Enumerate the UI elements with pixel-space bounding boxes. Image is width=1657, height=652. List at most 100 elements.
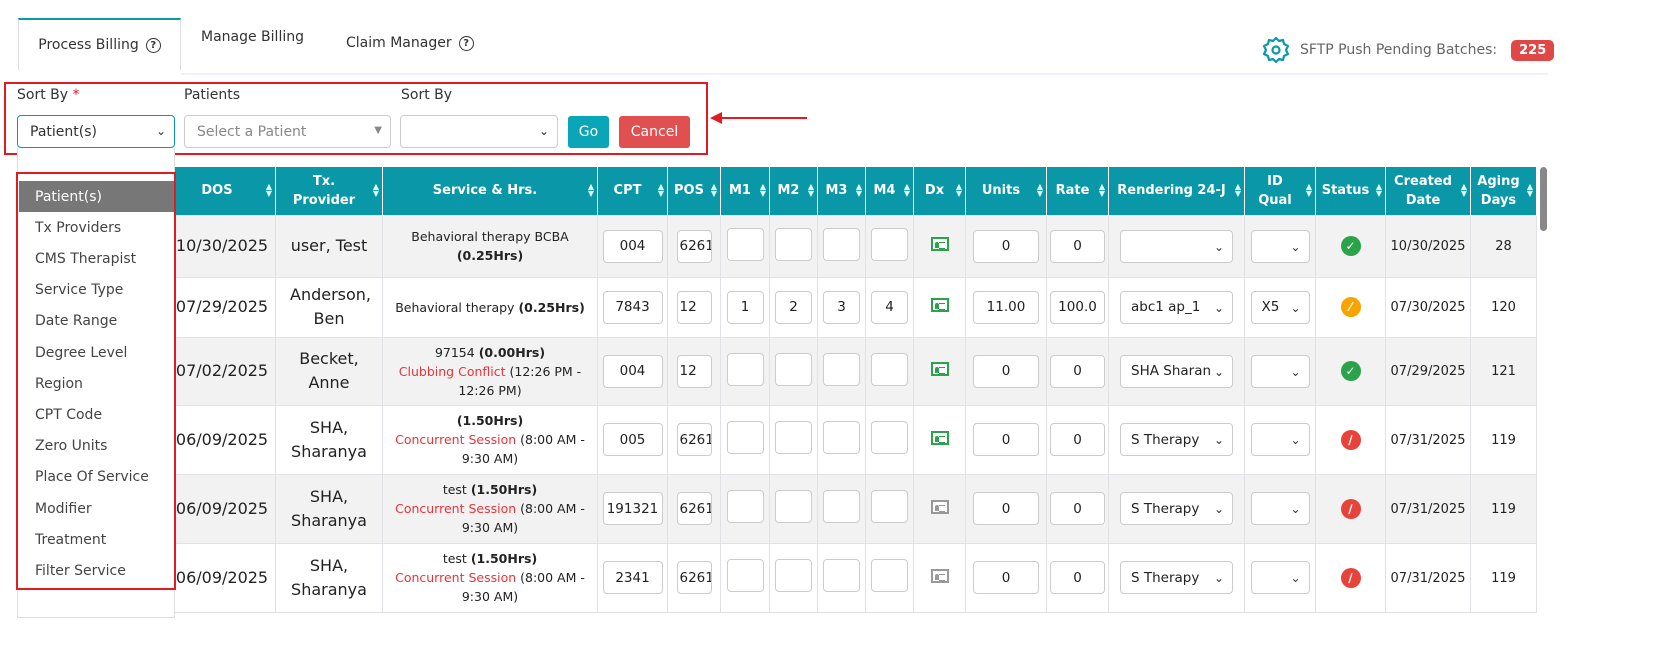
sort-icon[interactable]: ▲ ▼: [1527, 183, 1533, 198]
dropdown-option[interactable]: Zero Units: [19, 431, 174, 462]
column-header[interactable]: ID Qual ▲ ▼: [1244, 167, 1316, 215]
m-input[interactable]: [871, 490, 908, 523]
column-header[interactable]: M2 ▲ ▼: [769, 167, 818, 215]
dropdown-option[interactable]: Tx Providers: [19, 212, 174, 243]
dropdown-option[interactable]: Region: [19, 368, 174, 399]
dropdown-option[interactable]: Place Of Service: [19, 462, 174, 493]
column-header[interactable]: M3 ▲ ▼: [817, 167, 866, 215]
sort-icon[interactable]: ▲ ▼: [266, 183, 272, 198]
column-header[interactable]: Service & Hrs. ▲ ▼: [382, 167, 598, 215]
status-blocked-icon[interactable]: ∕: [1340, 429, 1361, 450]
column-header[interactable]: Rate ▲ ▼: [1046, 167, 1109, 215]
column-header[interactable]: Units ▲ ▼: [965, 167, 1047, 215]
dropdown-option[interactable]: CPT Code: [19, 399, 174, 430]
column-header[interactable]: POS ▲ ▼: [667, 167, 721, 215]
sort-icon[interactable]: ▲ ▼: [856, 183, 862, 198]
m-input[interactable]: [871, 421, 908, 454]
idqual-select[interactable]: ⌄: [1250, 561, 1310, 594]
cpt-input[interactable]: 004: [602, 229, 663, 263]
m-input[interactable]: 4: [871, 290, 908, 324]
rate-input[interactable]: 0: [1050, 354, 1105, 388]
rate-input[interactable]: 0: [1050, 423, 1105, 456]
sort-by-select[interactable]: Patient(s) ⌄: [17, 115, 175, 148]
m-input[interactable]: [775, 227, 812, 261]
dropdown-option[interactable]: Service Type: [19, 275, 174, 306]
dx-card-icon[interactable]: [930, 362, 949, 376]
m-input[interactable]: [726, 352, 764, 386]
sort-icon[interactable]: ▲ ▼: [1376, 183, 1382, 198]
units-input[interactable]: 11.00: [973, 290, 1039, 324]
column-header[interactable]: M4 ▲ ▼: [865, 167, 914, 215]
gear-icon[interactable]: [1262, 36, 1290, 64]
sort-icon[interactable]: ▲ ▼: [373, 183, 379, 198]
column-header[interactable]: Dx ▲ ▼: [913, 167, 966, 215]
dropdown-option[interactable]: CMS Therapist: [19, 243, 174, 274]
sort-icon[interactable]: ▲ ▼: [760, 183, 766, 198]
pos-input[interactable]: 62610: [676, 561, 712, 594]
dx-card-icon[interactable]: [930, 499, 949, 514]
sort-icon[interactable]: ▲ ▼: [956, 183, 962, 198]
status-blocked-icon[interactable]: ∕: [1340, 498, 1361, 519]
units-input[interactable]: 0: [973, 423, 1039, 456]
idqual-select[interactable]: ⌄: [1250, 492, 1310, 525]
column-header[interactable]: Tx. Provider ▲ ▼: [275, 167, 383, 215]
m-input[interactable]: [726, 490, 764, 523]
m-input[interactable]: [726, 227, 764, 261]
cpt-input[interactable]: 2341: [602, 561, 663, 594]
dropdown-option[interactable]: Patient(s): [19, 181, 174, 212]
idqual-select[interactable]: ⌄: [1250, 229, 1310, 263]
pos-input[interactable]: 62610: [676, 423, 712, 456]
sort-icon[interactable]: ▲ ▼: [904, 183, 910, 198]
m-input[interactable]: [775, 352, 812, 386]
rendering-select[interactable]: ⌄: [1120, 229, 1233, 263]
rendering-select[interactable]: abc1 ap_1 ⌄: [1120, 290, 1233, 324]
column-header[interactable]: DOS ▲ ▼: [168, 167, 276, 215]
dropdown-option[interactable]: Filter Service: [19, 555, 174, 586]
m-input[interactable]: [823, 421, 860, 454]
m-input[interactable]: [775, 559, 812, 592]
column-header[interactable]: Created Date ▲ ▼: [1385, 167, 1471, 215]
rate-input[interactable]: 100.0: [1050, 290, 1105, 324]
idqual-select[interactable]: ⌄: [1250, 354, 1310, 388]
m-input[interactable]: [726, 421, 764, 454]
status-pending-icon[interactable]: ⁄: [1340, 297, 1361, 317]
dropdown-option[interactable]: Modifier: [19, 493, 174, 524]
idqual-select[interactable]: X5 ⌄: [1250, 290, 1310, 324]
status-ok-icon[interactable]: ✓: [1340, 236, 1361, 256]
m-input[interactable]: [823, 490, 860, 523]
cpt-input[interactable]: 7843: [602, 290, 663, 324]
tab-claim-manager[interactable]: Claim Manager?: [346, 18, 474, 68]
pos-input[interactable]: 12: [676, 354, 712, 388]
scrollbar[interactable]: [1540, 167, 1547, 231]
cancel-button[interactable]: Cancel: [619, 116, 690, 148]
m-input[interactable]: [775, 490, 812, 523]
dx-card-icon[interactable]: [930, 298, 949, 312]
m-input[interactable]: 1: [726, 290, 764, 324]
dropdown-option[interactable]: Degree Level: [19, 337, 174, 368]
idqual-select[interactable]: ⌄: [1250, 423, 1310, 456]
m-input[interactable]: [871, 559, 908, 592]
units-input[interactable]: 0: [973, 354, 1039, 388]
rendering-select[interactable]: S Therapy ⌄: [1120, 423, 1233, 456]
tab-manage-billing[interactable]: Manage Billing: [201, 12, 304, 62]
dx-card-icon[interactable]: [930, 568, 949, 583]
m-input[interactable]: [726, 559, 764, 592]
m-input[interactable]: [823, 559, 860, 592]
pos-input[interactable]: 62610: [676, 229, 712, 263]
units-input[interactable]: 0: [973, 561, 1039, 594]
sort-icon[interactable]: ▲ ▼: [588, 183, 594, 198]
m-input[interactable]: 2: [775, 290, 812, 324]
units-input[interactable]: 0: [973, 492, 1039, 525]
help-icon[interactable]: ?: [458, 35, 474, 51]
column-header[interactable]: Status ▲ ▼: [1315, 167, 1386, 215]
status-blocked-icon[interactable]: ∕: [1340, 567, 1361, 588]
column-header[interactable]: Aging Days ▲ ▼: [1470, 167, 1537, 215]
column-header[interactable]: Rendering 24-J ▲ ▼: [1108, 167, 1245, 215]
pos-input[interactable]: 62610: [676, 492, 712, 525]
dropdown-option[interactable]: Date Range: [19, 306, 174, 337]
m-input[interactable]: [775, 421, 812, 454]
column-header[interactable]: M1 ▲ ▼: [720, 167, 770, 215]
help-icon[interactable]: ?: [145, 37, 161, 53]
rendering-select[interactable]: SHA Sharanya⌄: [1120, 354, 1233, 388]
sort-icon[interactable]: ▲ ▼: [1037, 183, 1043, 198]
